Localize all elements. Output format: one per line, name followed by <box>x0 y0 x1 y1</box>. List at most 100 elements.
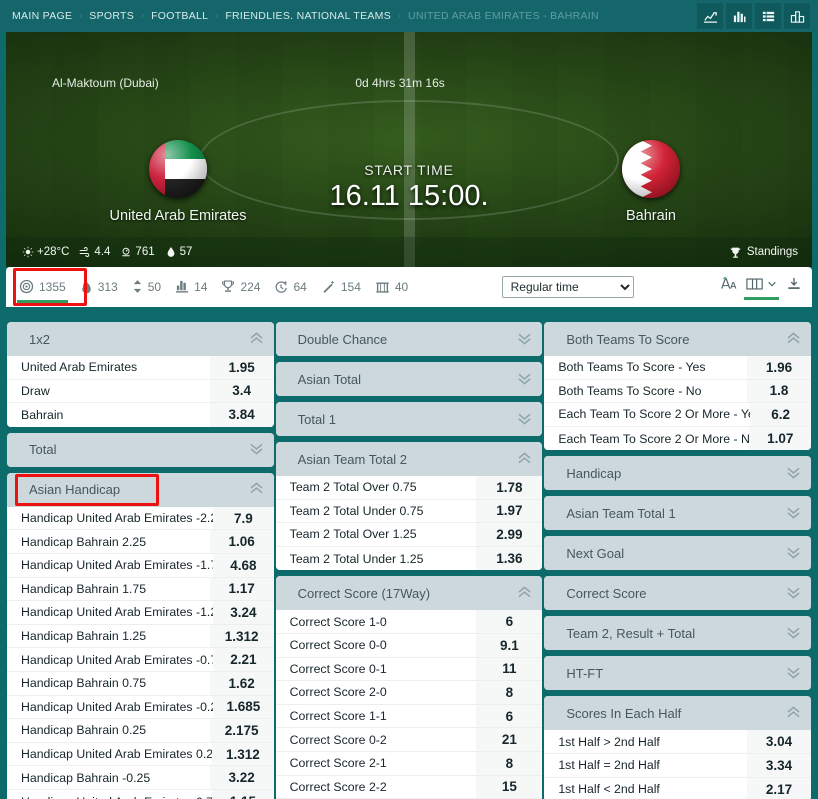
market-tab-target[interactable]: 1355 <box>12 271 73 303</box>
market-row-odds[interactable]: 1.62 <box>209 671 274 695</box>
market-row-odds[interactable]: 1.312 <box>209 624 274 648</box>
chevron-down-icon[interactable] <box>786 506 801 521</box>
market-row[interactable]: Team 2 Total Over 1.25 2.99 <box>275 523 543 547</box>
market-row-odds[interactable]: 1.15 <box>212 789 274 799</box>
market-header[interactable]: Team 2, Result + Total <box>544 616 812 651</box>
breadcrumb-item-3[interactable]: FRIENDLIES. NATIONAL TEAMS <box>225 10 391 22</box>
away-team-block[interactable]: Bahrain <box>551 140 751 224</box>
market-header[interactable]: Total <box>7 432 274 467</box>
market-tab-fire[interactable]: 313 <box>73 271 125 303</box>
market-row-odds[interactable]: 8 <box>476 751 543 775</box>
market-row-odds[interactable]: 1.8 <box>747 379 812 403</box>
market-header[interactable]: Scores In Each Half <box>544 696 812 731</box>
market-tab-bar-levels[interactable]: 14 <box>168 271 214 303</box>
chevron-up-icon[interactable] <box>249 331 264 347</box>
market-row[interactable]: Correct Score 2-2 15 <box>275 775 543 799</box>
market-header[interactable]: Next Goal <box>544 536 812 571</box>
market-header[interactable]: Asian Handicap <box>7 472 274 507</box>
breadcrumb-item-1[interactable]: SPORTS <box>89 10 134 22</box>
market-row-odds[interactable]: 21 <box>476 728 543 751</box>
market-header[interactable]: Both Teams To Score <box>544 322 812 356</box>
collapse-icon[interactable] <box>786 276 802 298</box>
chevron-up-icon[interactable] <box>517 586 532 601</box>
market-row[interactable]: Each Team To Score 2 Or More - Yes 6.2 <box>544 403 812 427</box>
chevron-down-icon[interactable] <box>786 466 801 481</box>
list-icon[interactable] <box>755 3 781 29</box>
chevron-up-icon[interactable] <box>517 451 532 467</box>
market-row-odds[interactable]: 1.96 <box>747 356 812 379</box>
market-row[interactable]: Handicap United Arab Emirates -1.25 3.24 <box>7 601 274 625</box>
market-row[interactable]: Correct Score 1-0 6 <box>275 610 543 634</box>
market-row[interactable]: Correct Score 0-1 11 <box>275 657 543 682</box>
chevron-down-icon[interactable] <box>786 666 801 681</box>
market-tab-magic-wand[interactable]: 154 <box>314 271 368 303</box>
market-tab-trophy[interactable]: 224 <box>214 271 267 303</box>
market-row[interactable]: Handicap United Arab Emirates -0.25 1.685 <box>7 695 274 720</box>
market-row-odds[interactable]: 3.04 <box>747 730 812 753</box>
market-row-odds[interactable]: 3.34 <box>747 753 812 777</box>
market-row[interactable]: Handicap United Arab Emirates -0.75 2.21 <box>7 648 274 672</box>
line-chart-icon[interactable] <box>697 3 723 29</box>
market-row-odds[interactable]: 9.1 <box>476 633 543 657</box>
market-row-odds[interactable]: 1.36 <box>476 546 543 571</box>
market-header[interactable]: Double Chance <box>275 322 543 356</box>
chevron-down-icon[interactable] <box>249 442 264 457</box>
market-row-odds[interactable]: 7.9 <box>213 506 274 530</box>
market-header[interactable]: Total 1 <box>275 402 543 436</box>
market-header[interactable]: HT-FT <box>544 656 812 691</box>
market-row-odds[interactable]: 1.17 <box>209 577 274 601</box>
chevron-down-icon[interactable] <box>786 586 801 601</box>
market-row[interactable]: Handicap Bahrain 0.25 2.175 <box>7 719 274 743</box>
market-row[interactable]: Correct Score 2-1 8 <box>275 751 543 776</box>
chevron-down-icon[interactable] <box>786 546 801 561</box>
chevron-up-icon[interactable] <box>249 482 264 497</box>
market-row-odds[interactable]: 3.84 <box>209 403 274 427</box>
standings-link[interactable]: Standings <box>729 246 798 259</box>
market-header[interactable]: Asian Total <box>275 362 543 396</box>
chevron-up-icon[interactable] <box>786 331 801 347</box>
market-row[interactable]: United Arab Emirates 1.95 <box>7 356 274 380</box>
market-row[interactable]: Handicap Bahrain 1.25 1.312 <box>7 624 274 649</box>
breadcrumb-item-0[interactable]: MAIN PAGE <box>12 10 72 22</box>
market-row[interactable]: Both Teams To Score - No 1.8 <box>544 379 812 404</box>
market-header[interactable]: 1x2 <box>7 322 274 356</box>
market-row-odds[interactable]: 1.312 <box>212 742 274 766</box>
market-row-odds[interactable]: 2.175 <box>209 719 274 742</box>
market-row[interactable]: Each Team To Score 2 Or More - No 1.07 <box>544 426 812 451</box>
breadcrumb-item-2[interactable]: FOOTBALL <box>151 10 208 22</box>
market-row[interactable]: Team 2 Total Under 1.25 1.36 <box>276 546 543 571</box>
period-select[interactable]: Regular time <box>501 276 634 298</box>
market-row-odds[interactable]: 2.99 <box>476 523 543 546</box>
market-row[interactable]: Handicap Bahrain 2.25 1.06 <box>7 530 274 554</box>
market-row-odds[interactable]: 1.06 <box>209 530 274 553</box>
market-tab-goal[interactable]: 40 <box>368 272 415 303</box>
market-header[interactable]: Asian Team Total 2 <box>275 442 543 476</box>
market-row[interactable]: Handicap Bahrain 0.75 1.62 <box>7 671 274 696</box>
market-row-odds[interactable]: 6 <box>476 704 543 728</box>
market-row-odds[interactable]: 6 <box>476 610 543 633</box>
market-row[interactable]: Handicap Bahrain -0.25 3.22 <box>7 766 274 790</box>
market-row[interactable]: Correct Score 0-2 21 <box>275 728 543 752</box>
font-size-icon[interactable] <box>720 276 737 298</box>
market-row-odds[interactable]: 1.685 <box>213 695 274 719</box>
market-tab-stopwatch[interactable]: 64 <box>267 271 313 303</box>
market-row[interactable]: 1st Half = 2nd Half 3.34 <box>544 753 812 778</box>
chevron-up-icon[interactable] <box>786 706 801 721</box>
market-row-odds[interactable]: 3.4 <box>209 379 274 403</box>
market-row[interactable]: Draw 3.4 <box>7 379 274 404</box>
market-row-odds[interactable]: 1.78 <box>476 476 543 499</box>
market-row[interactable]: Correct Score 1-1 6 <box>275 704 543 729</box>
market-tab-arrows-updown[interactable]: 50 <box>125 271 168 303</box>
chevron-down-icon[interactable] <box>517 332 532 347</box>
market-header[interactable]: Correct Score <box>544 576 812 611</box>
market-row-odds[interactable]: 15 <box>476 775 543 799</box>
market-row-odds[interactable]: 3.24 <box>213 601 274 624</box>
market-row-odds[interactable]: 6.2 <box>750 403 812 426</box>
market-row[interactable]: Handicap Bahrain 1.75 1.17 <box>7 577 274 602</box>
chevron-down-icon[interactable] <box>517 412 532 427</box>
market-row-odds[interactable]: 2.17 <box>747 777 812 799</box>
home-team-block[interactable]: United Arab Emirates <box>78 140 278 224</box>
market-row[interactable]: 1st Half < 2nd Half 2.17 <box>544 777 812 799</box>
bar-chart-icon[interactable] <box>726 3 752 29</box>
market-row[interactable]: Team 2 Total Over 0.75 1.78 <box>275 476 543 500</box>
